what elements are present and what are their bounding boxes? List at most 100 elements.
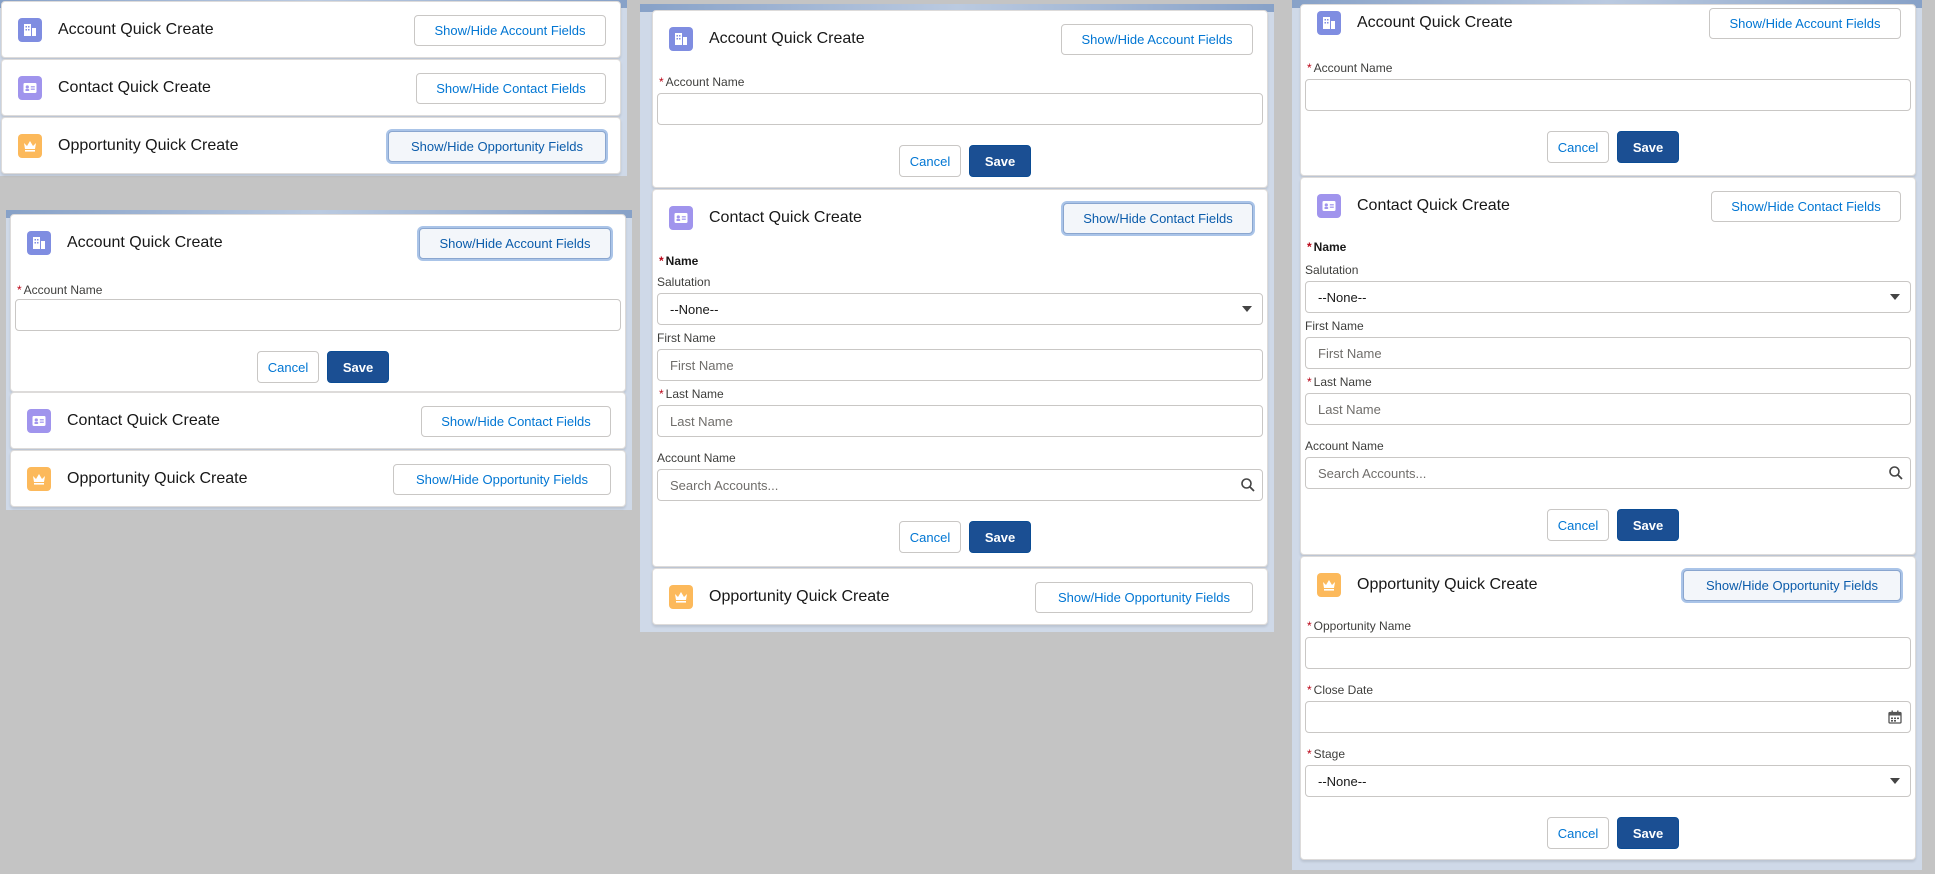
opportunity-card-header: Opportunity Quick Create Show/Hide Oppor… [1301, 557, 1915, 613]
contact-quick-create-card: Contact Quick Create Show/Hide Contact F… [10, 392, 626, 449]
opportunity-name-input[interactable] [1305, 637, 1911, 669]
account-building-icon [1317, 11, 1341, 35]
opportunity-quick-create-card: Opportunity Quick Create Show/Hide Oppor… [1, 117, 621, 174]
cancel-button[interactable]: Cancel [1547, 131, 1609, 163]
save-button[interactable]: Save [327, 351, 389, 383]
show-hide-opportunity-fields-button[interactable]: Show/Hide Opportunity Fields [388, 130, 606, 162]
account-name-label: * Account Name [659, 75, 745, 89]
opportunity-quick-create-card: Opportunity Quick Create Show/Hide Oppor… [10, 450, 626, 507]
contact-quick-create-card: Contact Quick Create Show/Hide Contact F… [652, 189, 1268, 567]
save-button[interactable]: Save [1617, 509, 1679, 541]
panel-4-all-expanded: Account Quick Create Show/Hide Account F… [1292, 0, 1922, 870]
save-button[interactable]: Save [969, 145, 1031, 177]
account-quick-create-card: Account Quick Create Show/Hide Account F… [1300, 4, 1916, 176]
opportunity-card-title: Opportunity Quick Create [1357, 576, 1538, 593]
first-name-input[interactable]: First Name [1305, 337, 1911, 369]
account-name-input[interactable] [15, 299, 621, 331]
cancel-button[interactable]: Cancel [257, 351, 319, 383]
contact-card-header: Contact Quick Create Show/Hide Contact F… [653, 190, 1267, 246]
account-card-header: Account Quick Create Show/Hide Account F… [11, 215, 625, 271]
salutation-label: Salutation [657, 275, 711, 289]
show-hide-contact-fields-button[interactable]: Show/Hide Contact Fields [416, 72, 606, 104]
account-building-icon [669, 27, 693, 51]
account-search-input[interactable]: Search Accounts... [1305, 457, 1911, 489]
account-name-label: * Account Name [1307, 61, 1393, 75]
show-hide-contact-fields-button[interactable]: Show/Hide Contact Fields [1711, 190, 1901, 222]
chevron-down-icon [1890, 294, 1900, 300]
last-name-label: * Last Name [659, 387, 724, 401]
opportunity-crown-icon [27, 467, 51, 491]
opportunity-quick-create-card: Opportunity Quick Create Show/Hide Oppor… [1300, 556, 1916, 860]
panel-2-account-expanded: Account Quick Create Show/Hide Account F… [6, 210, 632, 510]
opportunity-crown-icon [669, 585, 693, 609]
salutation-select[interactable]: --None-- [1305, 281, 1911, 313]
stage-select[interactable]: --None-- [1305, 765, 1911, 797]
account-card-header: Account Quick Create Show/Hide Account F… [1301, 2, 1915, 44]
contact-card-icon [18, 76, 42, 100]
show-hide-account-fields-button[interactable]: Show/Hide Account Fields [414, 14, 606, 46]
opportunity-card-header: Opportunity Quick Create Show/Hide Oppor… [2, 118, 620, 174]
account-lookup-label: Account Name [1305, 439, 1384, 453]
opportunity-card-header: Opportunity Quick Create Show/Hide Oppor… [653, 569, 1267, 625]
account-name-input[interactable] [1305, 79, 1911, 111]
opportunity-crown-icon [1317, 573, 1341, 597]
save-button[interactable]: Save [1617, 817, 1679, 849]
panel-3-contact-expanded: Account Quick Create Show/Hide Account F… [640, 4, 1274, 632]
chevron-down-icon [1242, 306, 1252, 312]
show-hide-account-fields-button[interactable]: Show/Hide Account Fields [419, 227, 611, 259]
calendar-icon[interactable] [1888, 710, 1902, 727]
account-quick-create-card: Account Quick Create Show/Hide Account F… [652, 10, 1268, 188]
cancel-button[interactable]: Cancel [1547, 509, 1609, 541]
account-card-header: Account Quick Create Show/Hide Account F… [2, 2, 620, 58]
salutation-label: Salutation [1305, 263, 1359, 277]
cancel-button[interactable]: Cancel [1547, 817, 1609, 849]
account-card-title: Account Quick Create [1357, 14, 1513, 31]
close-date-label: * Close Date [1307, 683, 1374, 697]
close-date-input[interactable] [1305, 701, 1911, 733]
salutation-select[interactable]: --None-- [657, 293, 1263, 325]
contact-quick-create-card: Contact Quick Create Show/Hide Contact F… [1, 59, 621, 116]
show-hide-opportunity-fields-button[interactable]: Show/Hide Opportunity Fields [1035, 581, 1253, 613]
show-hide-contact-fields-button[interactable]: Show/Hide Contact Fields [1063, 202, 1253, 234]
search-icon [1888, 465, 1904, 484]
show-hide-opportunity-fields-button[interactable]: Show/Hide Opportunity Fields [1683, 569, 1901, 601]
first-name-label: First Name [1305, 319, 1364, 333]
contact-card-title: Contact Quick Create [67, 412, 220, 429]
show-hide-account-fields-button[interactable]: Show/Hide Account Fields [1061, 23, 1253, 55]
account-card-title: Account Quick Create [709, 30, 865, 47]
name-group-label: * Name [1307, 240, 1347, 254]
cancel-button[interactable]: Cancel [899, 521, 961, 553]
first-name-input[interactable]: First Name [657, 349, 1263, 381]
contact-quick-create-card: Contact Quick Create Show/Hide Contact F… [1300, 177, 1916, 555]
account-name-input[interactable] [657, 93, 1263, 125]
show-hide-account-fields-button[interactable]: Show/Hide Account Fields [1709, 7, 1901, 39]
contact-card-icon [669, 206, 693, 230]
name-group-label: * Name [659, 254, 699, 268]
last-name-label: * Last Name [1307, 375, 1372, 389]
account-quick-create-card: Account Quick Create Show/Hide Account F… [1, 1, 621, 58]
contact-card-title: Contact Quick Create [709, 209, 862, 226]
opportunity-quick-create-card: Opportunity Quick Create Show/Hide Oppor… [652, 568, 1268, 625]
chevron-down-icon [1890, 778, 1900, 784]
save-button[interactable]: Save [969, 521, 1031, 553]
contact-card-header: Contact Quick Create Show/Hide Contact F… [11, 393, 625, 449]
show-hide-contact-fields-button[interactable]: Show/Hide Contact Fields [421, 405, 611, 437]
last-name-input[interactable]: Last Name [657, 405, 1263, 437]
opportunity-card-title: Opportunity Quick Create [709, 588, 890, 605]
account-building-icon [27, 231, 51, 255]
contact-card-title: Contact Quick Create [58, 79, 211, 96]
account-card-header: Account Quick Create Show/Hide Account F… [653, 11, 1267, 67]
contact-card-title: Contact Quick Create [1357, 197, 1510, 214]
opportunity-card-header: Opportunity Quick Create Show/Hide Oppor… [11, 451, 625, 507]
account-quick-create-card: Account Quick Create Show/Hide Account F… [10, 214, 626, 392]
contact-card-icon [27, 409, 51, 433]
cancel-button[interactable]: Cancel [899, 145, 961, 177]
save-button[interactable]: Save [1617, 131, 1679, 163]
first-name-label: First Name [657, 331, 716, 345]
show-hide-opportunity-fields-button[interactable]: Show/Hide Opportunity Fields [393, 463, 611, 495]
account-card-title: Account Quick Create [67, 234, 223, 251]
last-name-input[interactable]: Last Name [1305, 393, 1911, 425]
account-search-input[interactable]: Search Accounts... [657, 469, 1263, 501]
contact-card-header: Contact Quick Create Show/Hide Contact F… [2, 60, 620, 116]
panel-1-collapsed: Account Quick Create Show/Hide Account F… [0, 0, 627, 176]
